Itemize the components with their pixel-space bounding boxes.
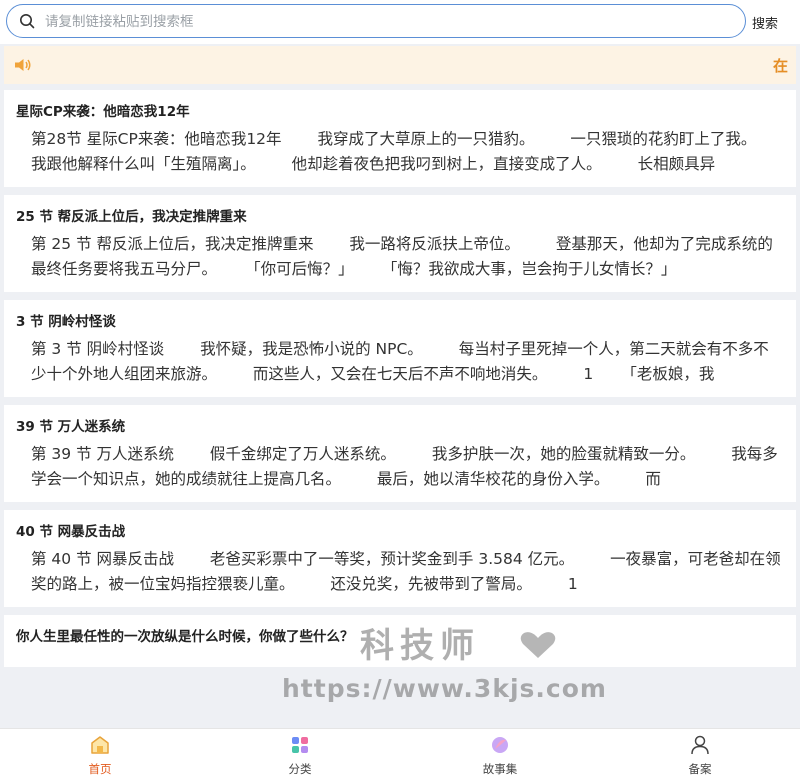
story-card[interactable]: 25 节 帮反派上位后，我决定推牌重来 第 25 节 帮反派上位后，我决定推牌重… [4,195,796,292]
nav-label: 分类 [288,762,312,776]
story-excerpt: 第 25 节 帮反派上位后，我决定推牌重来 我一路将反派扶上帝位。 登基那天，他… [31,235,773,278]
story-title[interactable]: 40 节 网暴反击战 [16,510,784,543]
search-button[interactable]: 搜索 [752,13,778,32]
story-card[interactable]: 星际CP来袭：他暗恋我12年 第28节 星际CP来袭：他暗恋我12年 我穿成了大… [4,90,796,187]
story-title[interactable]: 星际CP来袭：他暗恋我12年 [16,90,784,123]
story-collection-icon [492,737,508,753]
search-input[interactable] [43,8,737,36]
profile-icon [691,735,709,755]
story-list: 星际CP来袭：他暗恋我12年 第28节 星际CP来袭：他暗恋我12年 我穿成了大… [4,90,796,675]
story-title[interactable]: 25 节 帮反派上位后，我决定推牌重来 [16,195,784,228]
home-icon [91,736,109,754]
nav-home[interactable]: 首页 [50,729,150,777]
story-excerpt: 第 40 节 网暴反击战 老爸买彩票中了一等奖，预计奖金到手 3.584 亿元。… [31,550,781,593]
story-card[interactable]: 3 节 阴岭村怪谈 第 3 节 阴岭村怪谈 我怀疑，我是恐怖小说的 NPC。 每… [4,300,796,397]
story-excerpt: 第 3 节 阴岭村怪谈 我怀疑，我是恐怖小说的 NPC。 每当村子里死掉一个人，… [31,340,769,383]
search-icon [20,14,35,29]
story-card[interactable]: 你人生里最任性的一次放纵是什么时候，你做了些什么？ [4,615,796,667]
bottom-nav: 首页 分类 故事集 备案 [0,728,800,777]
notice-text: 在 [772,57,788,75]
story-title[interactable]: 3 节 阴岭村怪谈 [16,300,784,333]
story-card[interactable]: 40 节 网暴反击战 第 40 节 网暴反击战 老爸买彩票中了一等奖，预计奖金到… [4,510,796,607]
speaker-icon [15,59,31,71]
story-excerpt: 第 39 节 万人迷系统 假千金绑定了万人迷系统。 我多护肤一次，她的脸蛋就精致… [31,445,778,488]
story-card[interactable]: 39 节 万人迷系统 第 39 节 万人迷系统 假千金绑定了万人迷系统。 我多护… [4,405,796,502]
nav-story-collection[interactable]: 故事集 [450,729,550,777]
nav-label: 故事集 [482,762,518,776]
watermark-url: https://www.3kjs.com [282,674,607,703]
nav-category[interactable]: 分类 [250,729,350,777]
story-excerpt: 第28节 星际CP来袭：他暗恋我12年 我穿成了大草原上的一只猎豹。 一只猥琐的… [31,130,793,173]
nav-profile[interactable]: 备案 [650,729,750,777]
story-title[interactable]: 39 节 万人迷系统 [16,405,784,438]
search-box[interactable] [6,4,746,38]
top-bar: 搜索 [0,0,800,44]
story-title[interactable]: 你人生里最任性的一次放纵是什么时候，你做了些什么？ [16,615,784,648]
notice-bar: 在 [4,46,796,84]
nav-label: 首页 [88,762,112,776]
nav-label: 备案 [688,762,712,776]
category-icon [292,737,308,753]
